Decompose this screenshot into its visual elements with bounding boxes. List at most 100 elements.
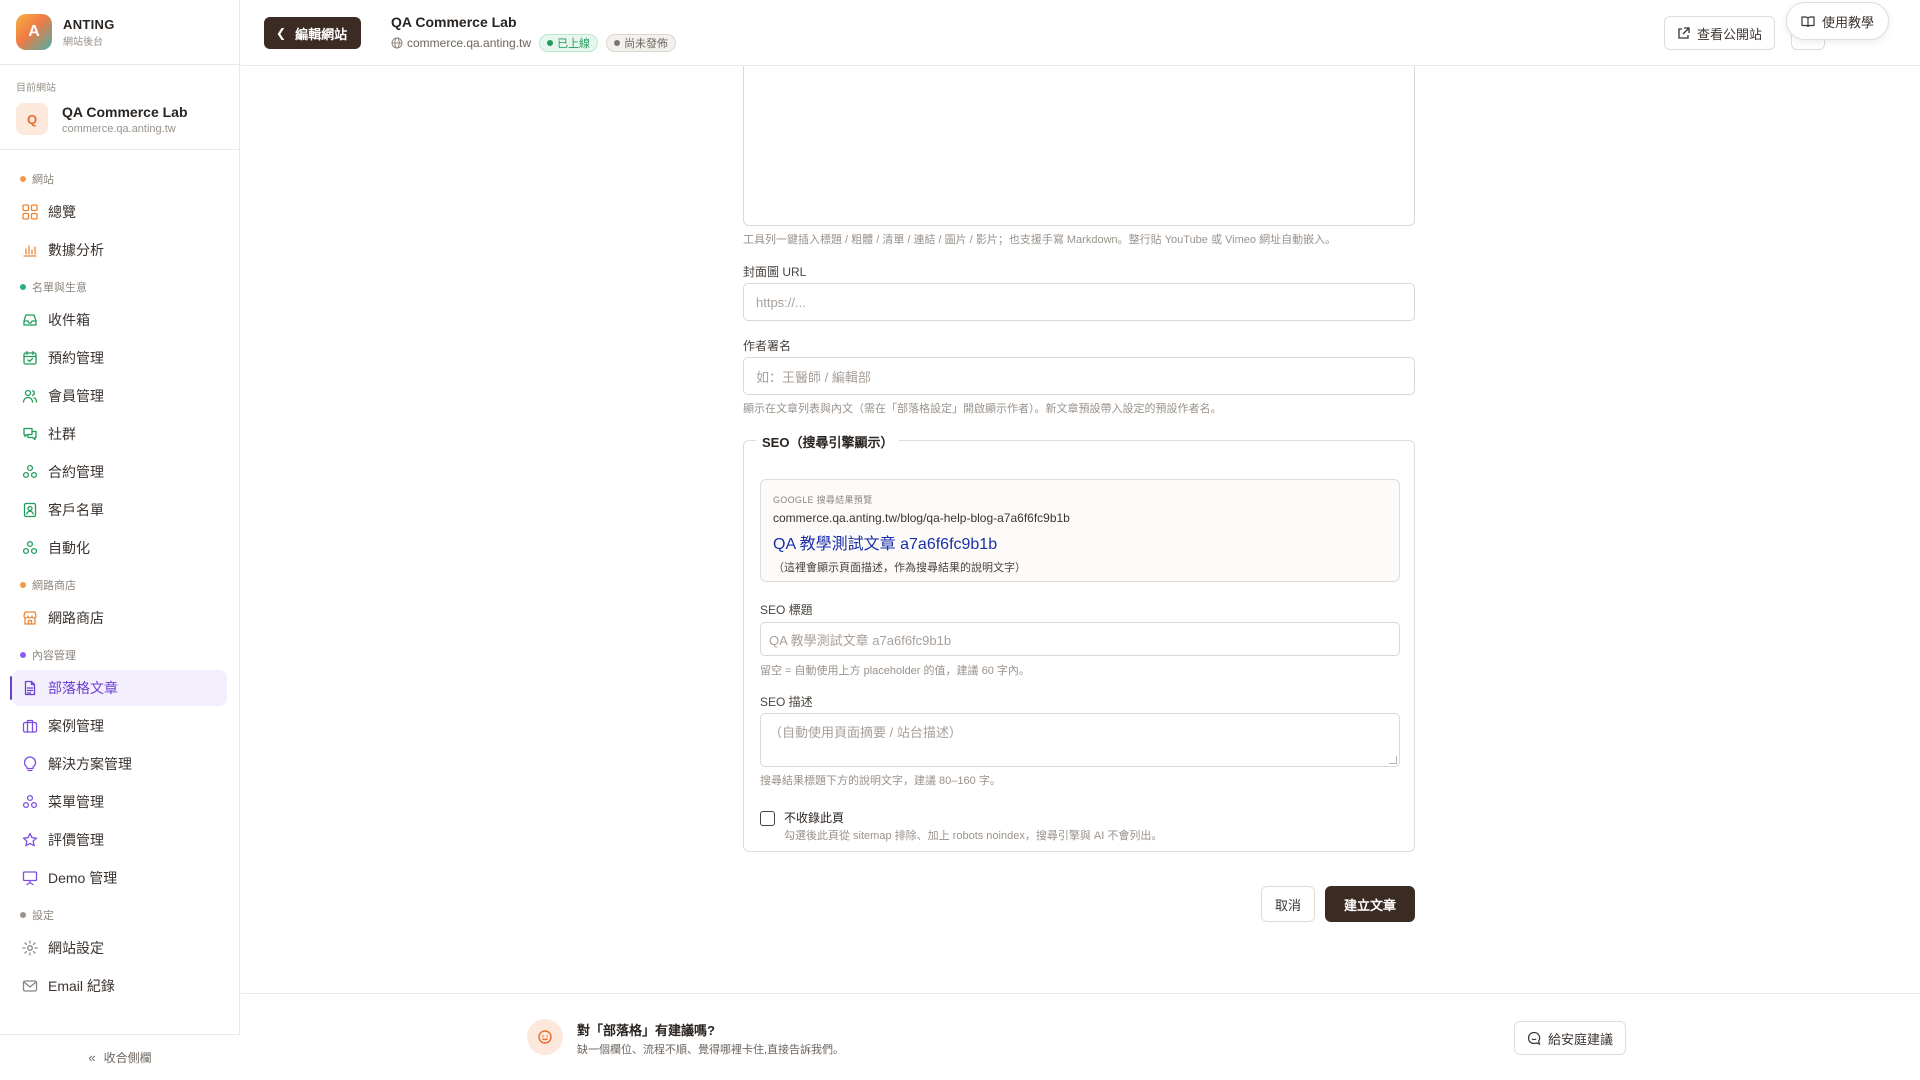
nav-section-header: 內容管理 [0,642,239,668]
briefcase-icon [22,718,38,734]
sidebar-item-label: 自動化 [48,540,90,556]
feedback-subtitle: 缺一個欄位、流程不順、覺得哪裡卡住,直接告訴我們。 [577,1044,845,1056]
sidebar-item-label: 網站設定 [48,940,104,956]
sidebar-item[interactable]: 數據分析 [12,232,227,268]
feedback-chat-icon [527,1019,563,1055]
collapse-sidebar-button[interactable]: « 收合側欄 [0,1034,240,1080]
content-editor[interactable] [743,66,1415,226]
cover-url-label: 封面圖 URL [743,265,807,279]
sidebar-item[interactable]: 菜單管理 [12,784,227,820]
give-feedback-button[interactable]: 給安庭建議 [1514,1021,1627,1055]
google-preview-description: （這裡會顯示頁面描述，作為搜尋結果的說明文字） [773,562,1026,574]
noindex-label[interactable]: 不收錄此頁 [784,809,844,826]
seo-fieldset: SEO（搜尋引擎顯示） GOOGLE 搜尋結果預覽 commerce.qa.an… [743,432,1415,852]
sidebar-item[interactable]: 會員管理 [12,378,227,414]
noindex-hint: 勾選後此頁從 sitemap 排除、加上 robots noindex，搜尋引擎… [784,830,1163,842]
seo-title-hint: 留空 = 自動使用上方 placeholder 的值，建議 60 字內。 [760,665,1030,677]
sidebar-item[interactable]: 評價管理 [12,822,227,858]
sidebar-item[interactable]: 解決方案管理 [12,746,227,782]
sidebar-item[interactable]: 部落格文章 [10,670,227,706]
sidebar-item-label: 社群 [48,426,76,442]
sidebar-item-label: 預約管理 [48,350,104,366]
section-dot-icon [20,176,26,182]
nav-section-header: 名單與生意 [0,274,239,300]
google-preview: GOOGLE 搜尋結果預覽 commerce.qa.anting.tw/blog… [760,479,1400,582]
noindex-checkbox[interactable] [760,811,775,826]
sidebar-item[interactable]: 網路商店 [12,600,227,636]
sidebar-item[interactable]: 自動化 [12,530,227,566]
seo-description-label: SEO 描述 [760,695,813,709]
site-meta: commerce.qa.anting.tw 已上線 尚未發佈 [391,34,677,52]
sidebar-item-label: 合約管理 [48,464,104,480]
collapse-sidebar-label: 收合側欄 [103,1051,152,1065]
feedback-bar: 對「部落格」有建議嗎? 缺一個欄位、流程不順、覺得哪裡卡住,直接告訴我們。 給安… [241,993,1920,1080]
sidebar-item[interactable]: 收件箱 [12,302,227,338]
section-dot-icon [20,582,26,588]
external-link-icon [1678,26,1690,39]
tutorial-button[interactable]: 使用教學 [1786,2,1890,40]
sidebar-item-label: 客戶名單 [48,502,104,518]
sidebar-item-label: 案例管理 [48,718,104,734]
sidebar-item[interactable]: 客戶名單 [12,492,227,528]
sidebar-item[interactable]: 預約管理 [12,340,227,376]
globe-icon [391,37,403,49]
resize-handle-icon[interactable] [1389,756,1397,764]
section-dot-icon [20,284,26,290]
editor-hint: 工具列一鍵插入標題 / 粗體 / 清單 / 連結 / 圖片 / 影片；也支援手寫… [743,234,1337,246]
sidebar-item[interactable]: 社群 [12,416,227,452]
sidebar-item[interactable]: 合約管理 [12,454,227,490]
sidebar-item[interactable]: 案例管理 [12,708,227,744]
back-edit-site-label: 編輯網站 [295,26,348,42]
sidebar-item-label: 數據分析 [48,242,104,258]
feedback-title: 對「部落格」有建議嗎? [577,1023,715,1038]
current-site-block: 目前網站 Q QA Commerce Lab commerce.qa.antin… [0,65,239,150]
nav-section-label: 設定 [32,910,54,922]
star-icon [22,832,38,848]
message-icon [1527,1031,1541,1045]
site-title: QA Commerce Lab [391,14,517,30]
contact-icon [22,502,38,518]
lightbulb-icon [22,756,38,772]
view-public-site-button[interactable]: 查看公開站 [1664,16,1776,50]
tutorial-label: 使用教學 [1822,14,1875,30]
sidebar-item[interactable]: 網站設定 [12,930,227,966]
cluster-icon [22,464,38,480]
sidebar-item-label: 菜單管理 [48,794,104,810]
current-site-switcher[interactable]: Q QA Commerce Lab commerce.qa.anting.tw [16,103,223,135]
bar-chart-icon [22,242,38,258]
back-edit-site-button[interactable]: ❮ 編輯網站 [264,17,362,49]
author-label: 作者署名 [743,339,792,353]
nav-section-header: 設定 [0,902,239,928]
sidebar-nav: 網站 總覽 數據分析 名單與生意 收件箱 預約管理 會員管理 社群 合約管理 客戶名單 自動化 網路商… [0,150,239,1004]
sidebar-item[interactable]: 總覽 [12,194,227,230]
double-chevron-left-icon: « [88,1050,96,1065]
nav-section-label: 名單與生意 [32,282,87,294]
create-article-button[interactable]: 建立文章 [1325,886,1415,922]
cluster-icon [22,794,38,810]
status-badge-live: 已上線 [539,34,599,52]
sidebar-item[interactable]: Email 紀錄 [12,968,227,1004]
seo-legend: SEO（搜尋引擎顯示） [756,432,900,451]
sidebar-item-label: 網路商店 [48,610,104,626]
author-input[interactable]: 如：王醫師 / 編輯部 [743,357,1415,395]
sidebar: A ANTING 網站後台 目前網站 Q QA Commerce Lab com… [0,0,240,1080]
cover-url-input[interactable]: https://... [743,283,1415,321]
site-domain-link[interactable]: commerce.qa.anting.tw [407,36,531,50]
section-dot-icon [20,652,26,658]
main-content: 工具列一鍵插入標題 / 粗體 / 清單 / 連結 / 圖片 / 影片；也支援手寫… [241,66,1920,993]
cancel-button[interactable]: 取消 [1261,886,1315,922]
book-icon [1801,15,1815,27]
sidebar-item-label: 收件箱 [48,312,90,328]
google-preview-title: QA 教學測試文章 a7a6f6fc9b1b [773,536,998,553]
current-site-name: QA Commerce Lab [62,103,188,120]
nav-section-header: 網路商店 [0,572,239,598]
brand: A ANTING 網站後台 [0,0,239,65]
seo-description-textarea[interactable]: （自動使用頁面摘要 / 站台描述） [760,713,1400,767]
seo-title-input[interactable]: QA 教學測試文章 a7a6f6fc9b1b [760,622,1400,656]
sidebar-item[interactable]: Demo 管理 [12,860,227,896]
mail-icon [22,978,38,994]
google-preview-caption: GOOGLE 搜尋結果預覽 [773,495,873,505]
sidebar-item-label: 部落格文章 [48,680,118,696]
current-site-domain: commerce.qa.anting.tw [62,122,176,135]
gear-icon [22,940,38,956]
